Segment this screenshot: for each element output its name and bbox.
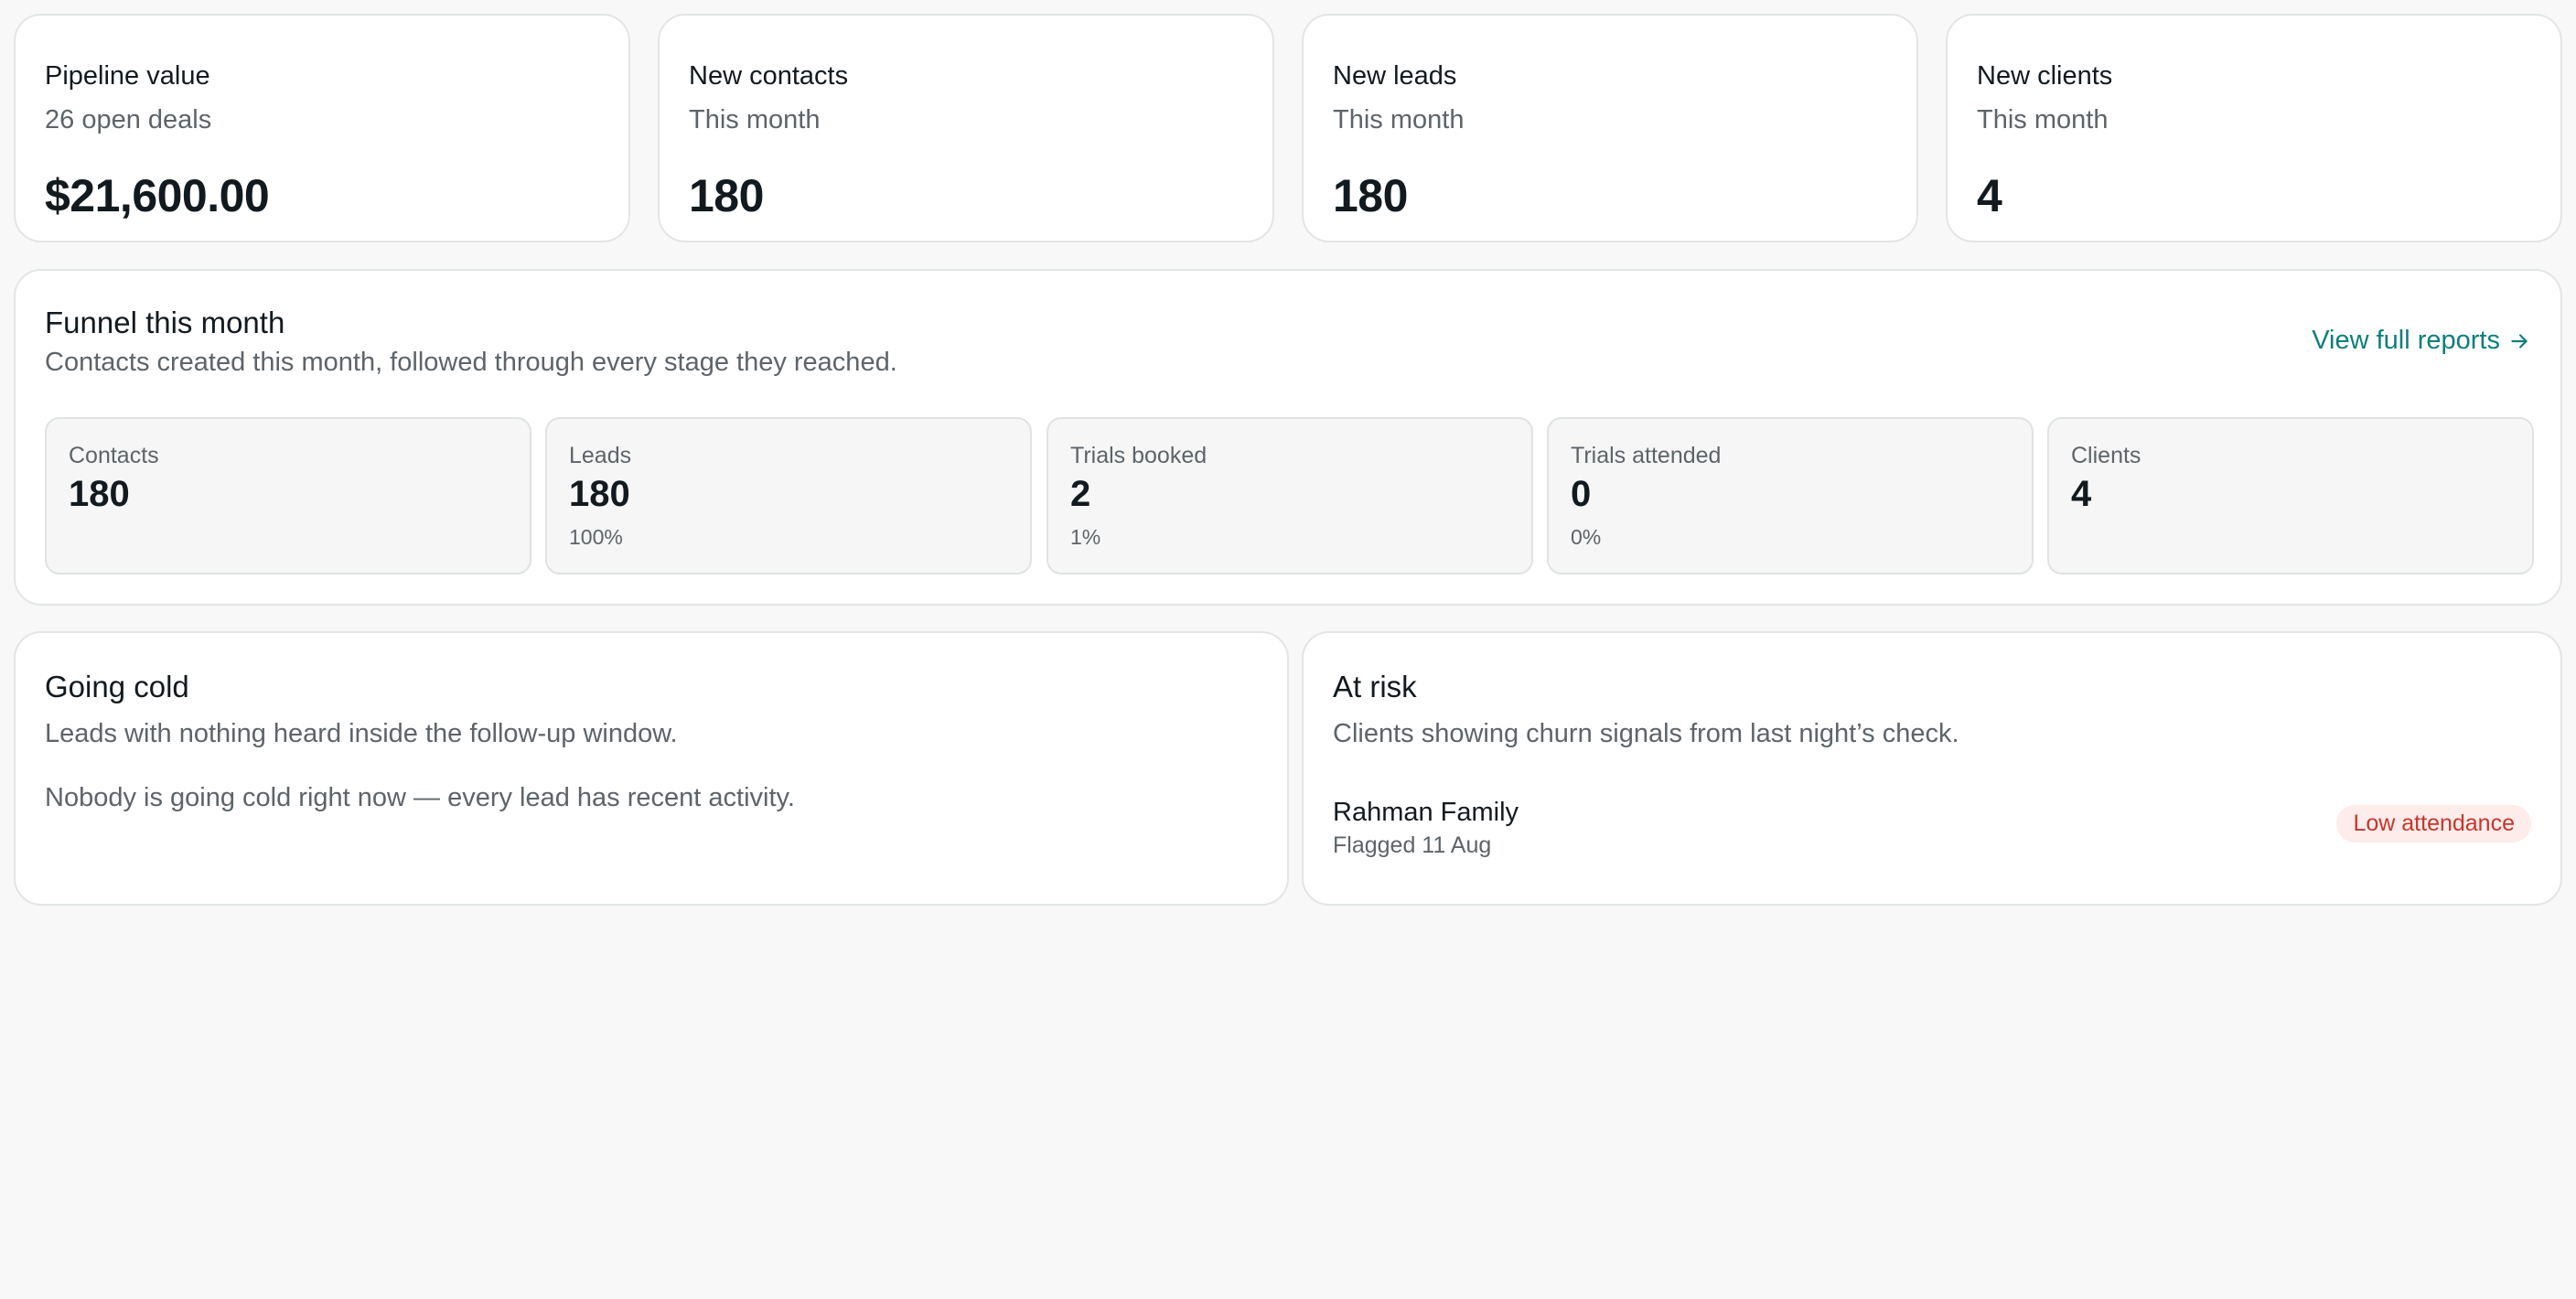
kpi-subtitle: This month (1977, 105, 2109, 134)
at-risk-subtitle: Clients showing churn signals from last … (1333, 719, 1959, 748)
funnel-stage-clients: Clients 4 (2047, 417, 2534, 574)
kpi-title: New leads (1333, 61, 1457, 91)
going-cold-card: Going cold Leads with nothing heard insi… (14, 631, 1289, 906)
funnel-subtitle: Contacts created this month, followed th… (45, 348, 897, 377)
stage-label: Trials attended (1571, 443, 1722, 468)
kpi-card-new-clients: New clients This month 4 (1946, 14, 2562, 242)
going-cold-title: Going cold (45, 670, 189, 703)
kpi-card-new-leads: New leads This month 180 (1302, 14, 1918, 242)
kpi-value: $21,600.00 (45, 170, 270, 221)
kpi-title: Pipeline value (45, 61, 210, 91)
kpi-title: New contacts (689, 61, 849, 91)
view-full-reports-label: View full reports (2312, 326, 2500, 355)
kpi-subtitle: This month (1333, 105, 1465, 134)
client-name: Rahman Family (1333, 798, 1519, 827)
at-risk-card: At risk Clients showing churn signals fr… (1302, 631, 2562, 906)
funnel-stage-leads: Leads 180 100% (545, 417, 1032, 574)
funnel-stage-trials-booked: Trials booked 2 1% (1046, 417, 1533, 574)
kpi-card-pipeline-value: Pipeline value 26 open deals $21,600.00 (14, 14, 630, 242)
status-badge: Low attendance (2336, 805, 2531, 843)
funnel-title: Funnel this month (45, 306, 285, 339)
funnel-stage-contacts: Contacts 180 (45, 417, 531, 574)
stage-label: Leads (569, 443, 632, 468)
kpi-value: 180 (1333, 170, 1408, 221)
stage-value: 0 (1571, 474, 1592, 514)
view-full-reports-link[interactable]: View full reports (2312, 326, 2531, 356)
kpi-value: 180 (689, 170, 764, 221)
stage-label: Contacts (69, 443, 159, 468)
funnel-stage-trials-attended: Trials attended 0 0% (1547, 417, 2034, 574)
stage-value: 180 (69, 474, 130, 514)
dashboard: Pipeline value 26 open deals $21,600.00 … (0, 0, 2576, 1299)
stage-percent: 1% (1070, 525, 1101, 549)
stage-percent: 0% (1571, 525, 1602, 549)
kpi-subtitle: 26 open deals (45, 105, 212, 134)
stage-label: Clients (2071, 443, 2141, 468)
going-cold-empty-message: Nobody is going cold right now — every l… (45, 783, 795, 812)
stage-label: Trials booked (1070, 443, 1208, 468)
at-risk-title: At risk (1333, 670, 1417, 703)
kpi-title: New clients (1977, 61, 2113, 91)
stage-value: 180 (569, 474, 630, 514)
stage-value: 2 (1070, 474, 1091, 514)
stage-percent: 100% (569, 525, 623, 549)
funnel-card: Funnel this month Contacts created this … (14, 269, 2562, 606)
kpi-subtitle: This month (689, 105, 821, 134)
flagged-date: Flagged 11 Aug (1333, 832, 1492, 858)
stage-value: 4 (2071, 474, 2092, 514)
arrow-right-icon (2511, 333, 2528, 349)
kpi-value: 4 (1977, 170, 2002, 221)
going-cold-subtitle: Leads with nothing heard inside the foll… (45, 719, 678, 748)
kpi-card-new-contacts: New contacts This month 180 (658, 14, 1274, 242)
